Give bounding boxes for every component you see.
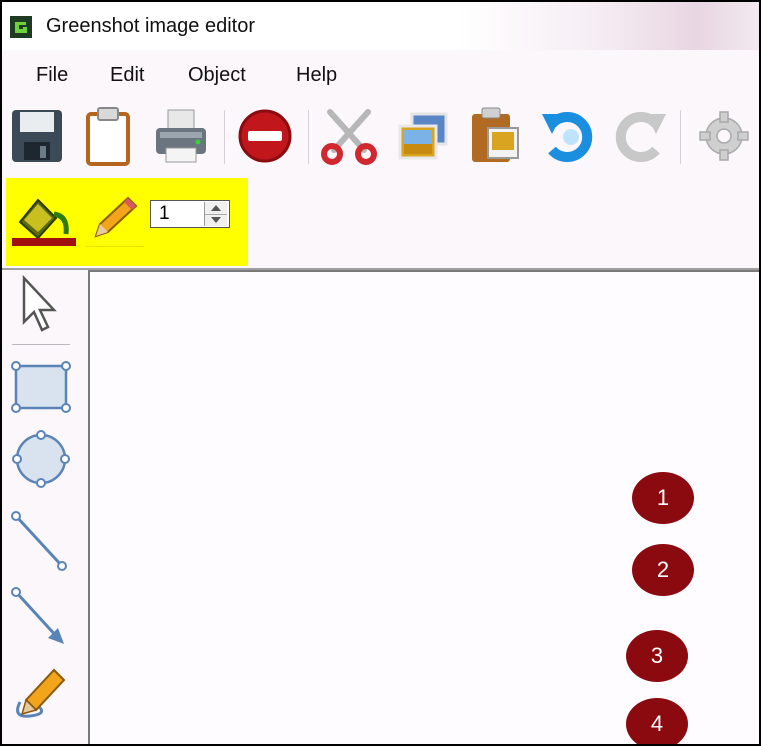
chevron-down-icon[interactable] xyxy=(205,214,227,226)
copy-image-button[interactable] xyxy=(394,104,452,168)
toolbar-separator xyxy=(680,110,684,164)
line-thickness-stepper[interactable]: 1 xyxy=(150,200,230,228)
tool-separator xyxy=(12,344,70,345)
delete-button[interactable] xyxy=(236,104,294,168)
paste-icon xyxy=(472,107,519,162)
ellipse-icon xyxy=(12,430,70,488)
editor-window: Greenshot image editor File Edit Object … xyxy=(0,0,761,746)
step-badge[interactable]: 4 xyxy=(626,698,688,744)
save-icon xyxy=(12,110,62,162)
rectangle-tool[interactable] xyxy=(8,354,74,420)
paste-button[interactable] xyxy=(466,104,524,168)
title-bar[interactable]: Greenshot image editor xyxy=(2,2,759,50)
pencil-icon xyxy=(94,196,138,238)
drawing-tools xyxy=(2,270,88,744)
settings-button[interactable] xyxy=(692,104,750,168)
window-title: Greenshot image editor xyxy=(46,15,256,37)
delete-icon xyxy=(238,109,292,163)
print-button[interactable] xyxy=(152,104,210,168)
toolbar-separator xyxy=(224,110,228,164)
menu-object[interactable]: Object xyxy=(188,64,246,87)
line-tool[interactable] xyxy=(8,508,74,574)
menu-help[interactable]: Help xyxy=(296,64,337,87)
redo-button[interactable] xyxy=(610,104,668,168)
freehand-tool[interactable] xyxy=(8,660,74,726)
step-badge[interactable]: 3 xyxy=(626,630,688,682)
menu-bar: File Edit Object Help xyxy=(2,52,759,96)
menu-edit[interactable]: Edit xyxy=(110,64,144,87)
fill-color-button[interactable] xyxy=(12,192,74,242)
ellipse-tool[interactable] xyxy=(8,426,74,492)
menu-file[interactable]: File xyxy=(36,64,68,87)
cursor-icon xyxy=(22,274,57,332)
freehand-icon xyxy=(16,668,66,718)
save-button[interactable] xyxy=(8,104,66,168)
line-thickness-value[interactable]: 1 xyxy=(159,203,170,225)
toolbar-separator xyxy=(308,110,312,164)
select-tool[interactable] xyxy=(8,272,74,338)
step-badge[interactable]: 2 xyxy=(632,544,694,596)
step-badge[interactable]: 1 xyxy=(632,472,694,524)
copy-to-clipboard-icon xyxy=(86,107,130,166)
print-icon xyxy=(156,109,206,163)
settings-icon xyxy=(699,111,749,161)
drawing-canvas[interactable]: 1 2 3 4 xyxy=(88,270,759,744)
redo-icon xyxy=(615,112,666,162)
rectangle-icon xyxy=(11,361,71,413)
properties-toolbar: 1 xyxy=(6,178,248,266)
copy-to-clipboard-button[interactable] xyxy=(80,104,138,168)
undo-icon xyxy=(542,112,593,162)
arrow-tool[interactable] xyxy=(8,584,74,650)
line-color-button[interactable] xyxy=(90,192,142,242)
cut-button[interactable] xyxy=(320,104,378,168)
copy-image-icon xyxy=(398,112,448,160)
undo-button[interactable] xyxy=(540,104,598,168)
main-toolbar xyxy=(2,98,759,178)
fill-color-swatch xyxy=(12,238,76,246)
stepper-buttons xyxy=(204,202,227,226)
line-icon xyxy=(11,511,67,571)
paint-bucket-icon xyxy=(18,198,69,240)
arrow-icon xyxy=(11,587,64,644)
greenshot-icon xyxy=(10,16,32,38)
cut-icon xyxy=(321,109,377,165)
line-color-swatch xyxy=(86,238,144,247)
